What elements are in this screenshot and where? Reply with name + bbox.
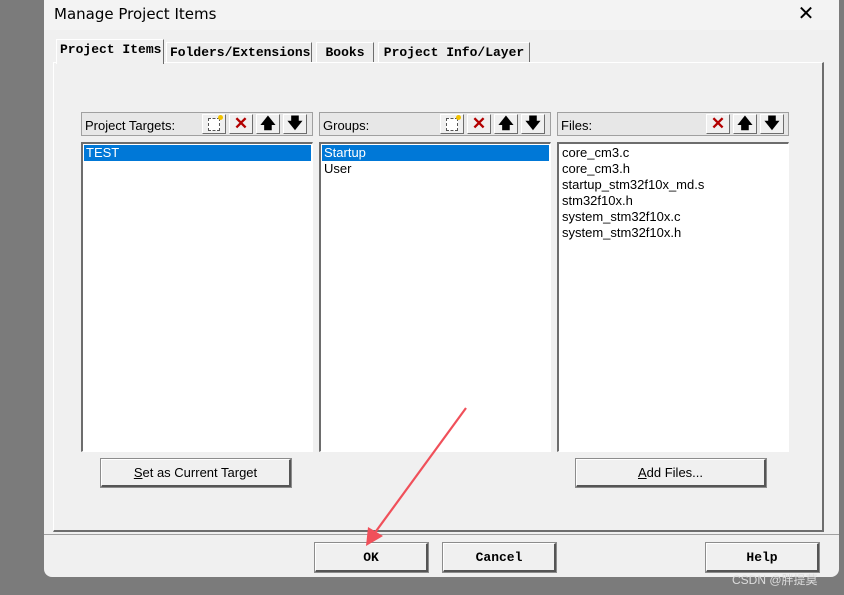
watermark: CSDN @胖提莫: [732, 573, 818, 587]
groups-panel: Groups: ✕ 🡅 🡇 Startup User: [319, 112, 551, 452]
files-list[interactable]: core_cm3.c core_cm3.h startup_stm32f10x_…: [557, 142, 789, 452]
project-targets-list[interactable]: TEST: [81, 142, 313, 452]
list-item[interactable]: startup_stm32f10x_md.s: [560, 177, 787, 193]
new-group-button[interactable]: [440, 114, 464, 134]
move-target-up-button[interactable]: 🡅: [256, 114, 280, 134]
project-targets-panel: Project Targets: ✕ 🡅 🡇 TEST: [81, 112, 313, 452]
add-files-label: dd Files...: [646, 465, 704, 480]
ok-button[interactable]: OK: [314, 542, 429, 573]
project-targets-header: Project Targets: ✕ 🡅 🡇: [81, 112, 313, 136]
delete-target-button[interactable]: ✕: [229, 114, 253, 134]
list-item[interactable]: core_cm3.c: [560, 145, 787, 161]
list-item[interactable]: system_stm32f10x.h: [560, 225, 787, 241]
files-label: Files:: [561, 118, 593, 133]
window-title: Manage Project Items: [54, 5, 217, 23]
tab-folders-extensions[interactable]: Folders/Extensions: [166, 42, 312, 63]
move-file-up-button[interactable]: 🡅: [733, 114, 757, 134]
new-target-button[interactable]: [202, 114, 226, 134]
title-bar: Manage Project Items ✕: [44, 0, 839, 30]
list-item[interactable]: core_cm3.h: [560, 161, 787, 177]
list-item[interactable]: User: [322, 161, 549, 177]
footer-divider: [44, 534, 839, 535]
move-target-down-button[interactable]: 🡇: [283, 114, 307, 134]
cancel-button[interactable]: Cancel: [442, 542, 557, 573]
move-file-down-button[interactable]: 🡇: [760, 114, 784, 134]
set-target-label: et as Current Target: [142, 465, 258, 480]
files-panel: Files: ✕ 🡅 🡇 core_cm3.c core_cm3.h start…: [557, 112, 789, 452]
list-item[interactable]: Startup: [322, 145, 549, 161]
manage-project-items-dialog: Manage Project Items ✕ Project Items Fol…: [44, 0, 839, 577]
close-icon[interactable]: ✕: [788, 0, 824, 28]
list-item[interactable]: system_stm32f10x.c: [560, 209, 787, 225]
new-item-icon: [446, 115, 461, 131]
move-group-up-button[interactable]: 🡅: [494, 114, 518, 134]
move-group-down-button[interactable]: 🡇: [521, 114, 545, 134]
groups-label: Groups:: [323, 118, 370, 133]
tab-project-items[interactable]: Project Items: [56, 39, 164, 64]
new-item-icon: [208, 115, 223, 131]
set-as-current-target-button[interactable]: Set as Current Target: [100, 458, 292, 488]
files-header: Files: ✕ 🡅 🡇: [557, 112, 789, 136]
delete-group-button[interactable]: ✕: [467, 114, 491, 134]
list-item[interactable]: TEST: [84, 145, 311, 161]
set-target-accel: S: [133, 465, 143, 480]
tab-books[interactable]: Books: [316, 42, 374, 63]
delete-file-button[interactable]: ✕: [706, 114, 730, 134]
list-item[interactable]: stm32f10x.h: [560, 193, 787, 209]
help-button[interactable]: Help: [705, 542, 820, 573]
groups-header: Groups: ✕ 🡅 🡇: [319, 112, 551, 136]
add-files-button[interactable]: Add Files...: [575, 458, 767, 488]
groups-list[interactable]: Startup User: [319, 142, 551, 452]
project-targets-label: Project Targets:: [85, 118, 176, 133]
tab-project-info-layer[interactable]: Project Info/Layer: [378, 42, 530, 63]
add-files-accel: A: [637, 465, 647, 480]
